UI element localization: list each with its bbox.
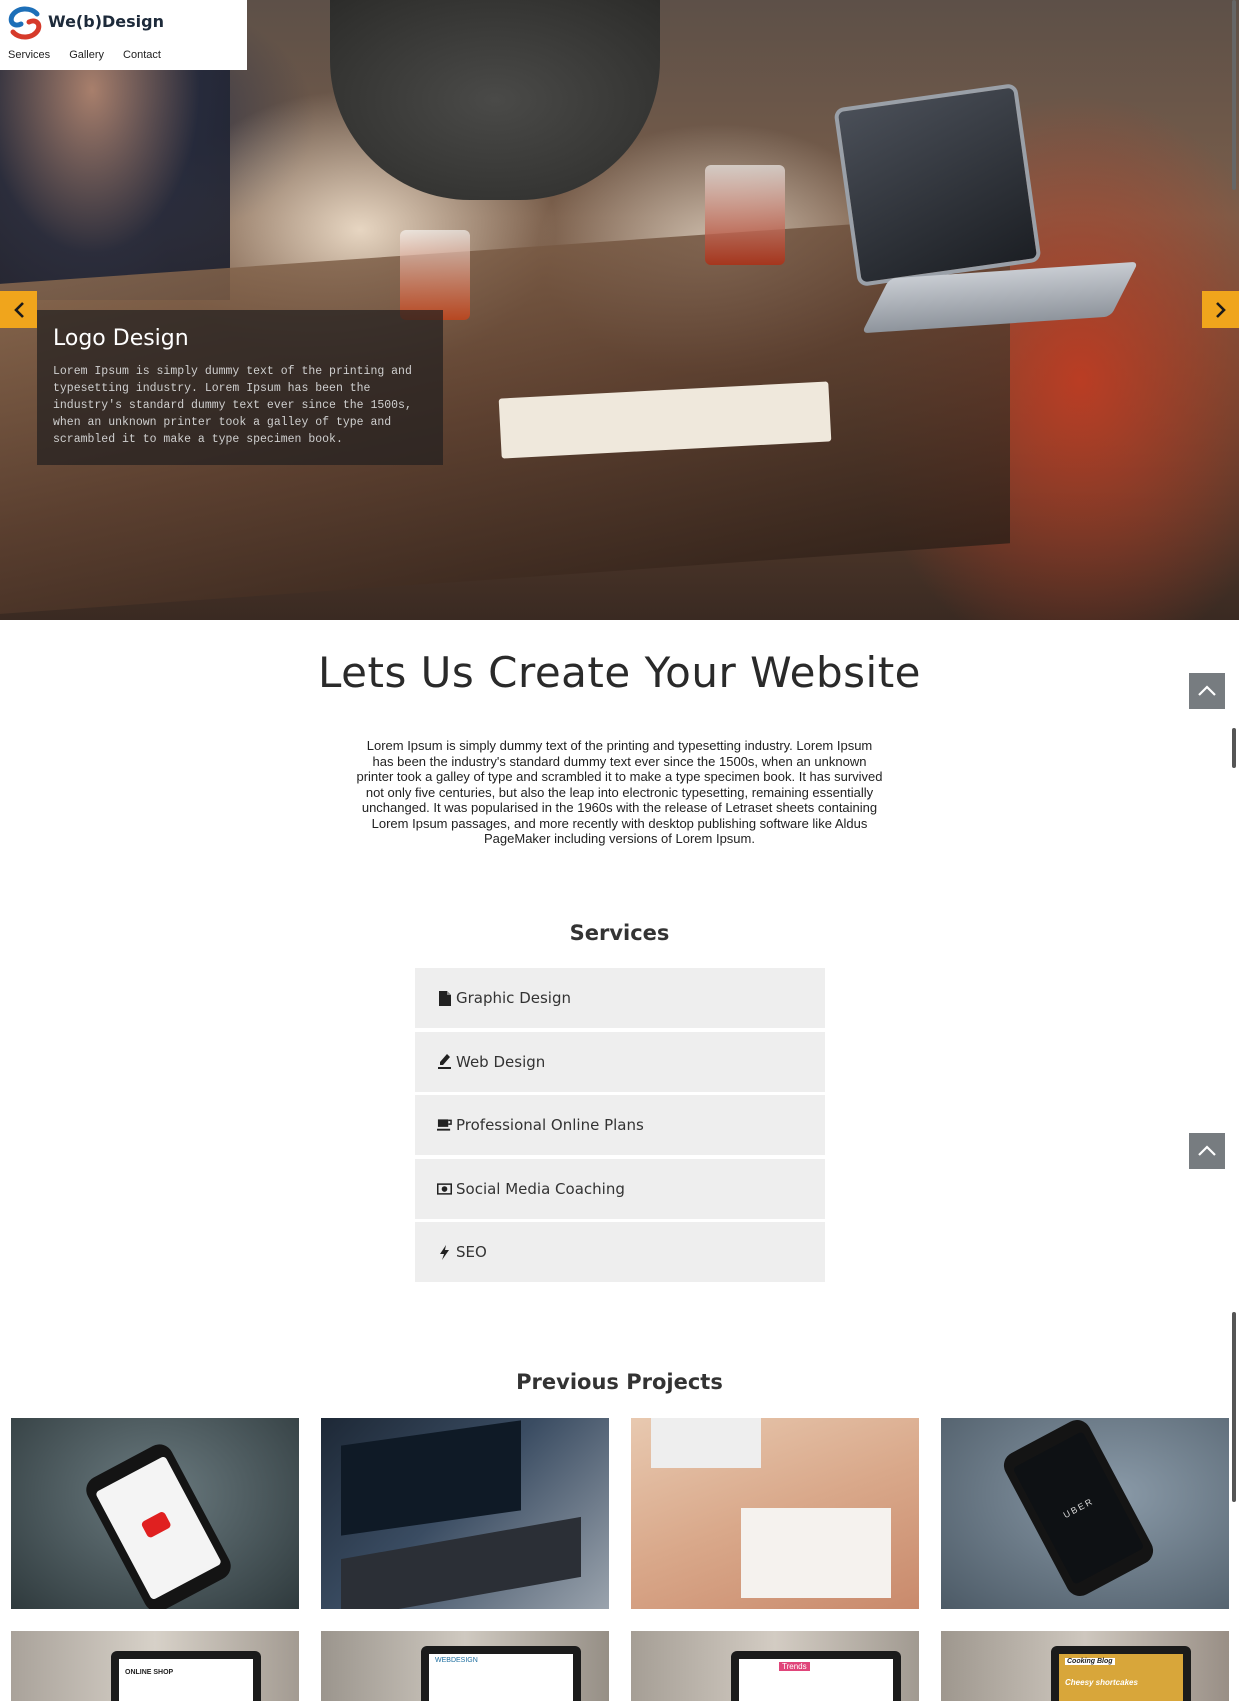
project-thumb-webdesign-site[interactable]: WEBDESIGN [321, 1631, 609, 1701]
cooking-blog-screen-text: Cooking Blog [1065, 1658, 1115, 1665]
hero-glass-right [705, 165, 785, 265]
project-thumb-uber-phone[interactable]: UBER [941, 1418, 1229, 1609]
scrollbar-thumb-top[interactable] [1232, 0, 1236, 190]
service-social-media-coaching[interactable]: Social Media Coaching [415, 1158, 825, 1219]
slider-next-button[interactable] [1202, 291, 1239, 328]
slide-caption: Logo Design Lorem Ipsum is simply dummy … [37, 310, 443, 465]
hero-glass-left [400, 230, 470, 320]
nav-gallery[interactable]: Gallery [69, 49, 104, 61]
page-headline: Lets Us Create Your Website [317, 648, 922, 697]
nav-contact[interactable]: Contact [123, 49, 161, 61]
bolt-icon [437, 1244, 452, 1260]
slide-caption-title: Logo Design [53, 326, 189, 351]
scrollbar-thumb[interactable] [1232, 728, 1236, 768]
file-icon [437, 990, 452, 1006]
project-thumb-online-shop[interactable]: ONLINE SHOP [11, 1631, 299, 1701]
play-icon [140, 1510, 172, 1539]
service-web-design[interactable]: Web Design [415, 1031, 825, 1092]
swirl-logo-icon[interactable] [7, 6, 43, 40]
nav-services[interactable]: Services [8, 49, 50, 61]
service-professional-online-plans[interactable]: Professional Online Plans [415, 1095, 825, 1155]
services-list: Graphic Design Web Design Professional O… [415, 968, 825, 1286]
chevron-right-icon [1215, 301, 1226, 318]
back-to-top-button-2[interactable] [1189, 1133, 1225, 1169]
intro-paragraph: Lorem Ipsum is simply dummy text of the … [356, 738, 883, 846]
back-to-top-button[interactable] [1189, 673, 1225, 709]
services-title: Services [569, 921, 670, 945]
money-icon [437, 1181, 452, 1196]
slider-prev-button[interactable] [0, 291, 37, 328]
cheesy-shortcakes-screen-text: Cheesy shortcakes [1065, 1678, 1138, 1687]
hero-person-center [330, 0, 660, 200]
site-header: We(b)Design Services Gallery Contact [0, 0, 247, 70]
main-nav: Services Gallery Contact [8, 49, 161, 61]
project-thumb-cooking-blog[interactable]: Cooking Blog Cheesy shortcakes [941, 1631, 1229, 1701]
site-logo-text[interactable]: We(b)Design [48, 12, 164, 31]
project-thumb-mobile-video[interactable] [11, 1418, 299, 1609]
chevron-left-icon [13, 301, 24, 318]
project-thumb-trends-blog[interactable]: Trends [631, 1631, 919, 1701]
scrollbar-thumb-2[interactable] [1232, 1312, 1236, 1502]
project-thumb-code-laptop[interactable] [321, 1418, 609, 1609]
projects-title: Previous Projects [516, 1370, 723, 1394]
project-thumb-design-desk[interactable] [631, 1418, 919, 1609]
cup-icon [437, 1118, 452, 1133]
open-book-shape [741, 1508, 891, 1598]
chevron-up-icon [1198, 685, 1216, 696]
webdesign-screen-text: WEBDESIGN [435, 1657, 478, 1664]
laptop-keyboard [341, 1516, 581, 1609]
slide-caption-text: Lorem Ipsum is simply dummy text of the … [53, 365, 412, 446]
pen-icon [437, 1054, 452, 1069]
trends-screen-text: Trends [779, 1662, 810, 1671]
code-screen [341, 1420, 521, 1536]
service-graphic-design[interactable]: Graphic Design [415, 968, 825, 1028]
hero-laptop-screen [833, 83, 1042, 287]
online-shop-screen-text: ONLINE SHOP [125, 1669, 174, 1676]
hero-slider: Logo Design Lorem Ipsum is simply dummy … [0, 0, 1239, 620]
chevron-up-icon [1198, 1145, 1216, 1156]
keyboard-shape [651, 1418, 761, 1468]
service-seo[interactable]: SEO [415, 1222, 825, 1282]
uber-screen-text: UBER [1061, 1495, 1096, 1521]
